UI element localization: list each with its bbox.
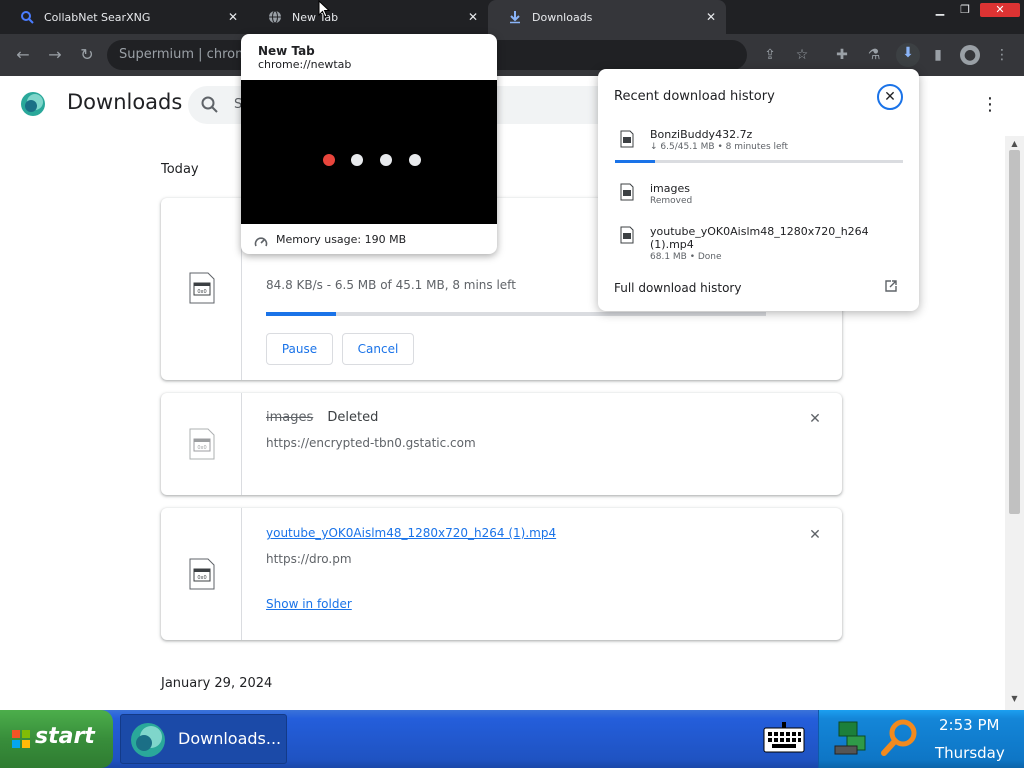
bubble-item-name[interactable]: BonziBuddy432.7z bbox=[650, 128, 752, 141]
preview-shortcut-icon bbox=[380, 154, 392, 166]
scroll-up-arrow-icon[interactable]: ▲ bbox=[1009, 139, 1020, 149]
svg-text:0x0: 0x0 bbox=[197, 289, 206, 295]
date-heading-today: Today bbox=[161, 162, 199, 177]
taskbar-window-label: Downloads... bbox=[178, 729, 282, 748]
keyboard-icon[interactable] bbox=[762, 722, 806, 756]
download-card-complete: 0x0 youtube_yOK0Aislm48_1280x720_h264 (1… bbox=[161, 508, 842, 640]
file-icon bbox=[620, 130, 634, 148]
memory-gauge-icon bbox=[254, 234, 268, 248]
browser-app-icon bbox=[129, 721, 167, 759]
search-magnifier-icon[interactable] bbox=[879, 718, 919, 758]
globe-icon bbox=[268, 10, 282, 24]
downloads-logo-icon bbox=[20, 91, 46, 117]
search-icon bbox=[200, 95, 220, 115]
svg-text:0x0: 0x0 bbox=[197, 575, 206, 581]
network-icon[interactable] bbox=[833, 718, 871, 758]
bubble-item-status: ↓ 6.5/45.1 MB • 8 minutes left bbox=[650, 142, 789, 152]
download-card-deleted: 0x0 images Deleted https://encrypted-tbn… bbox=[161, 393, 842, 495]
svg-text:0x0: 0x0 bbox=[197, 445, 206, 451]
memory-usage: Memory usage: 190 MB bbox=[276, 233, 407, 246]
back-arrow-icon[interactable]: ← bbox=[12, 44, 34, 66]
start-label: start bbox=[35, 724, 95, 749]
share-icon[interactable]: ⇪ bbox=[760, 45, 780, 65]
extensions-puzzle-icon[interactable]: ✚ bbox=[832, 45, 852, 65]
page-title: Downloads bbox=[67, 90, 183, 114]
bubble-item-status: Removed bbox=[650, 196, 693, 206]
close-window-button[interactable]: ✕ bbox=[980, 3, 1020, 17]
tab-preview-thumbnail bbox=[241, 80, 497, 224]
bubble-item-name[interactable]: images bbox=[650, 182, 690, 195]
start-button[interactable]: start bbox=[0, 710, 113, 768]
restore-button[interactable]: ❐ bbox=[955, 3, 975, 17]
windows-flag-icon bbox=[12, 729, 30, 748]
download-source-url: https://encrypted-tbn0.gstatic.com bbox=[266, 436, 476, 450]
hover-card-url: chrome://newtab bbox=[258, 58, 352, 71]
file-icon bbox=[620, 226, 634, 244]
date-heading-january: January 29, 2024 bbox=[161, 676, 273, 691]
remove-from-list-icon[interactable]: ✕ bbox=[808, 412, 822, 426]
close-tab-icon[interactable]: ✕ bbox=[226, 10, 240, 24]
download-progress-bar bbox=[266, 312, 766, 316]
page-scrollbar[interactable]: ▲ ▼ bbox=[1005, 136, 1024, 710]
labs-flask-icon[interactable]: ⚗ bbox=[864, 45, 884, 65]
taskbar-window-downloads[interactable]: Downloads... bbox=[120, 714, 287, 764]
preview-shortcut-icon bbox=[409, 154, 421, 166]
side-panel-icon[interactable]: ▮ bbox=[928, 45, 948, 65]
profile-avatar-icon[interactable]: ● bbox=[960, 45, 980, 65]
mouse-cursor-icon bbox=[318, 0, 331, 18]
menu-kebab-icon[interactable]: ⋮ bbox=[992, 45, 1012, 65]
hover-card-title: New Tab bbox=[258, 44, 315, 58]
preview-shortcut-icon bbox=[323, 154, 335, 166]
browser-tab-strip: CollabNet SearXNG ✕ New Tab ✕ Downloads … bbox=[0, 0, 1024, 34]
tab-downloads[interactable]: Downloads ✕ bbox=[488, 0, 726, 34]
tab-new-tab[interactable]: New Tab ✕ bbox=[248, 0, 488, 34]
cancel-button[interactable]: Cancel bbox=[342, 333, 414, 365]
open-external-icon[interactable] bbox=[884, 279, 898, 293]
file-icon: 0x0 bbox=[189, 428, 215, 460]
windows-taskbar: start Downloads... 2:53 PM Thursday bbox=[0, 710, 1024, 768]
bubble-item-name-cont: (1).mp4 bbox=[650, 238, 694, 251]
download-bubble: Recent download history ✕ BonziBuddy432.… bbox=[598, 69, 919, 311]
file-icon: 0x0 bbox=[189, 272, 215, 304]
search-icon bbox=[20, 10, 34, 24]
close-bubble-button[interactable]: ✕ bbox=[877, 84, 903, 110]
downloads-toolbar-icon[interactable]: ⬇ bbox=[896, 43, 920, 67]
show-in-folder-link[interactable]: Show in folder bbox=[266, 597, 352, 611]
clock-day: Thursday bbox=[935, 744, 1005, 762]
tab-title: New Tab bbox=[292, 10, 339, 24]
bubble-item-status: 68.1 MB • Done bbox=[650, 252, 722, 262]
clock-time: 2:53 PM bbox=[939, 716, 1000, 734]
tab-title: CollabNet SearXNG bbox=[44, 10, 151, 24]
scroll-down-arrow-icon[interactable]: ▼ bbox=[1009, 694, 1020, 704]
download-source-url: https://dro.pm bbox=[266, 552, 352, 566]
bubble-title: Recent download history bbox=[614, 89, 775, 104]
download-filename-link[interactable]: youtube_yOK0Aislm48_1280x720_h264 (1).mp… bbox=[266, 526, 556, 540]
file-icon: 0x0 bbox=[189, 558, 215, 590]
remove-from-list-icon[interactable]: ✕ bbox=[808, 528, 822, 542]
file-icon bbox=[620, 183, 634, 201]
tab-title: Downloads bbox=[532, 10, 593, 24]
download-progress-fill bbox=[266, 312, 336, 316]
download-icon bbox=[508, 10, 522, 24]
bookmark-star-icon[interactable]: ☆ bbox=[792, 45, 812, 65]
bubble-item-name[interactable]: youtube_yOK0Aislm48_1280x720_h264 bbox=[650, 225, 869, 238]
pause-button[interactable]: Pause bbox=[266, 333, 333, 365]
preview-shortcut-icon bbox=[351, 154, 363, 166]
scrollbar-thumb[interactable] bbox=[1009, 150, 1020, 514]
bubble-progress-bar bbox=[615, 160, 903, 163]
download-state: Deleted bbox=[327, 410, 379, 425]
more-options-icon[interactable]: ⋮ bbox=[980, 94, 1000, 116]
tab-collabnet-searxng[interactable]: CollabNet SearXNG ✕ bbox=[0, 0, 248, 34]
close-tab-icon[interactable]: ✕ bbox=[466, 10, 480, 24]
forward-arrow-icon[interactable]: → bbox=[44, 44, 66, 66]
minimize-button[interactable]: ▁ bbox=[930, 3, 950, 17]
bubble-progress-fill bbox=[615, 160, 656, 163]
tab-hover-card: New Tab chrome://newtab Memory usage: 19… bbox=[241, 34, 497, 254]
system-tray: 2:53 PM Thursday bbox=[818, 710, 1024, 768]
download-status: 84.8 KB/s - 6.5 MB of 45.1 MB, 8 mins le… bbox=[266, 278, 516, 292]
close-tab-icon[interactable]: ✕ bbox=[704, 10, 718, 24]
download-filename: images bbox=[266, 410, 314, 425]
reload-icon[interactable]: ↻ bbox=[76, 44, 98, 66]
full-download-history-link[interactable]: Full download history bbox=[614, 281, 741, 295]
